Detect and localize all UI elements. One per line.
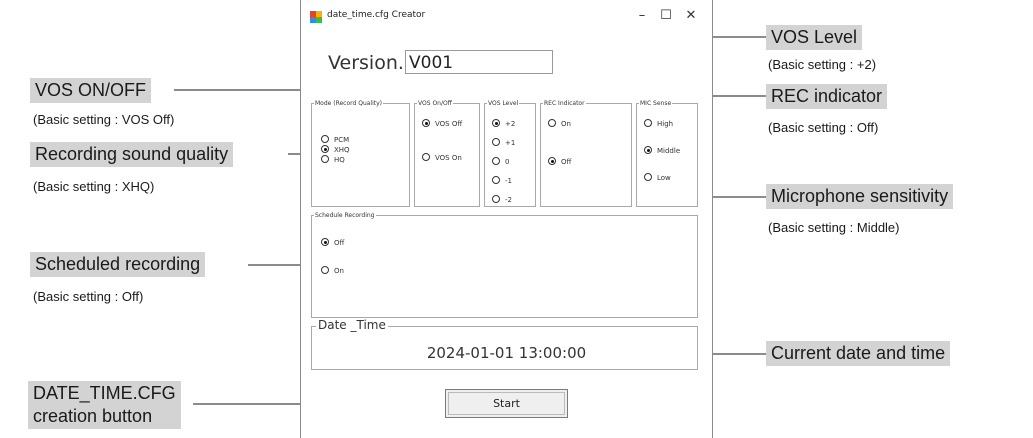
radio-button-icon bbox=[548, 157, 556, 165]
minimize-icon[interactable]: – bbox=[631, 5, 653, 27]
callout-current-datetime: Current date and time bbox=[766, 341, 951, 366]
date-time-legend: Date _Time bbox=[316, 318, 388, 332]
radio-level-0[interactable]: 0 bbox=[492, 157, 509, 166]
radio-level-minus2[interactable]: -2 bbox=[492, 195, 512, 204]
version-input[interactable]: V001 bbox=[405, 50, 553, 74]
radio-button-icon bbox=[492, 157, 500, 165]
radio-button-icon bbox=[422, 119, 430, 127]
radio-xhq[interactable]: XHQ bbox=[321, 145, 350, 154]
callout-line: DATE_TIME.CFG bbox=[33, 383, 176, 403]
group-legend: VOS Level bbox=[488, 100, 519, 107]
window-title: date_time.cfg Creator bbox=[327, 10, 426, 20]
radio-button-icon bbox=[422, 153, 430, 161]
radio-mic-low[interactable]: Low bbox=[644, 173, 671, 182]
callout-rec-indicator: REC indicator bbox=[766, 84, 888, 109]
radio-button-icon bbox=[321, 155, 329, 163]
callout-scheduled: Scheduled recording bbox=[30, 252, 206, 277]
radio-vos-off[interactable]: VOS Off bbox=[422, 119, 462, 128]
radio-mic-middle[interactable]: Middle bbox=[644, 146, 680, 155]
radio-button-icon bbox=[492, 195, 500, 203]
note-vos-level: (Basic setting : +2) bbox=[768, 57, 877, 72]
callout-create-button: DATE_TIME.CFG creation button bbox=[28, 381, 181, 429]
group-rec-indicator: REC Indicator bbox=[540, 100, 632, 207]
radio-rec-on[interactable]: On bbox=[548, 119, 571, 128]
radio-rec-off[interactable]: Off bbox=[548, 157, 571, 166]
radio-level-plus2[interactable]: +2 bbox=[492, 119, 515, 128]
radio-button-icon bbox=[644, 119, 652, 127]
radio-level-minus1[interactable]: -1 bbox=[492, 176, 512, 185]
callout-mic-sensitivity: Microphone sensitivity bbox=[766, 184, 954, 209]
radio-pcm[interactable]: PCM bbox=[321, 135, 349, 144]
version-label: Version. bbox=[328, 52, 404, 74]
radio-button-icon bbox=[321, 266, 329, 274]
note-rec-indicator: (Basic setting : Off) bbox=[768, 120, 879, 135]
close-icon[interactable]: ✕ bbox=[680, 5, 702, 27]
group-legend: VOS On/Off bbox=[418, 100, 452, 107]
group-legend: Schedule Recording bbox=[315, 212, 375, 219]
start-button[interactable]: Start bbox=[445, 389, 568, 418]
radio-button-icon bbox=[644, 146, 652, 154]
callout-line: creation button bbox=[33, 406, 153, 426]
maximize-icon[interactable]: ☐ bbox=[655, 5, 677, 27]
date-time-value: 2024-01-01 13:00:00 bbox=[426, 344, 587, 362]
radio-schedule-on[interactable]: On bbox=[321, 266, 344, 275]
radio-schedule-off[interactable]: Off bbox=[321, 238, 344, 247]
radio-button-icon bbox=[321, 135, 329, 143]
radio-hq[interactable]: HQ bbox=[321, 155, 345, 164]
radio-button-icon bbox=[321, 145, 329, 153]
radio-button-icon bbox=[548, 119, 556, 127]
note-record-quality: (Basic setting : XHQ) bbox=[33, 179, 155, 194]
note-scheduled: (Basic setting : Off) bbox=[33, 289, 144, 304]
radio-mic-high[interactable]: High bbox=[644, 119, 673, 128]
group-legend: MIC Sense bbox=[640, 100, 672, 107]
app-window: date_time.cfg Creator – ☐ ✕ Version. V00… bbox=[300, 0, 713, 438]
radio-level-plus1[interactable]: +1 bbox=[492, 138, 515, 147]
title-bar[interactable]: date_time.cfg Creator – ☐ ✕ bbox=[301, 0, 712, 34]
callout-record-quality: Recording sound quality bbox=[30, 142, 234, 167]
note-mic-sensitivity: (Basic setting : Middle) bbox=[768, 220, 900, 235]
radio-button-icon bbox=[492, 176, 500, 184]
radio-button-icon bbox=[321, 238, 329, 246]
note-vos-onoff: (Basic setting : VOS Off) bbox=[33, 112, 175, 127]
radio-button-icon bbox=[492, 119, 500, 127]
callout-vos-onoff: VOS ON/OFF bbox=[30, 78, 152, 103]
radio-vos-on[interactable]: VOS On bbox=[422, 153, 462, 162]
group-schedule-recording: Schedule Recording bbox=[311, 212, 698, 318]
group-legend: Mode (Record Quality) bbox=[315, 100, 383, 107]
callout-vos-level: VOS Level bbox=[766, 25, 863, 50]
radio-button-icon bbox=[492, 138, 500, 146]
windows-app-icon bbox=[310, 11, 322, 23]
group-vos-level: VOS Level bbox=[484, 100, 536, 207]
group-legend: REC Indicator bbox=[544, 100, 585, 107]
radio-button-icon bbox=[644, 173, 652, 181]
